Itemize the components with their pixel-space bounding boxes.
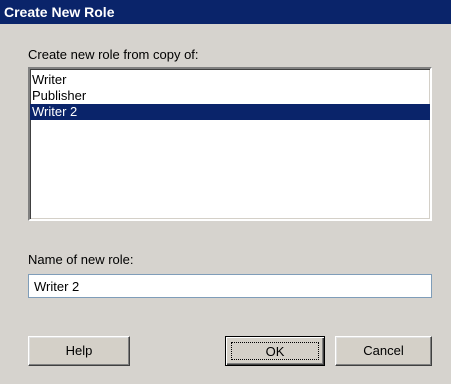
cancel-button-label: Cancel	[363, 343, 404, 358]
ok-button-label: OK	[265, 344, 285, 359]
help-button-label: Help	[65, 343, 93, 358]
list-item-label: Writer	[32, 72, 67, 87]
list-item-label: Writer 2	[32, 104, 78, 119]
role-listbox[interactable]: Writer Publisher Writer 2	[28, 67, 432, 221]
role-name-label: Name of new role:	[28, 252, 134, 267]
dialog-title-bar[interactable]: Create New Role	[0, 0, 451, 24]
copy-from-label: Create new role from copy of:	[28, 47, 199, 62]
list-item-writer-2[interactable]: Writer 2	[30, 104, 430, 120]
list-item-writer[interactable]: Writer	[30, 72, 430, 88]
create-new-role-dialog: Create New Role Create new role from cop…	[0, 0, 451, 384]
list-item-label: Publisher	[32, 88, 87, 103]
list-item-publisher[interactable]: Publisher	[30, 88, 430, 104]
dialog-title: Create New Role	[4, 4, 115, 20]
help-button[interactable]: Help	[28, 336, 130, 366]
ok-button[interactable]: OK	[225, 336, 325, 366]
focus-ring: OK	[231, 342, 319, 360]
cancel-button[interactable]: Cancel	[335, 336, 432, 366]
role-name-input[interactable]	[28, 274, 432, 298]
